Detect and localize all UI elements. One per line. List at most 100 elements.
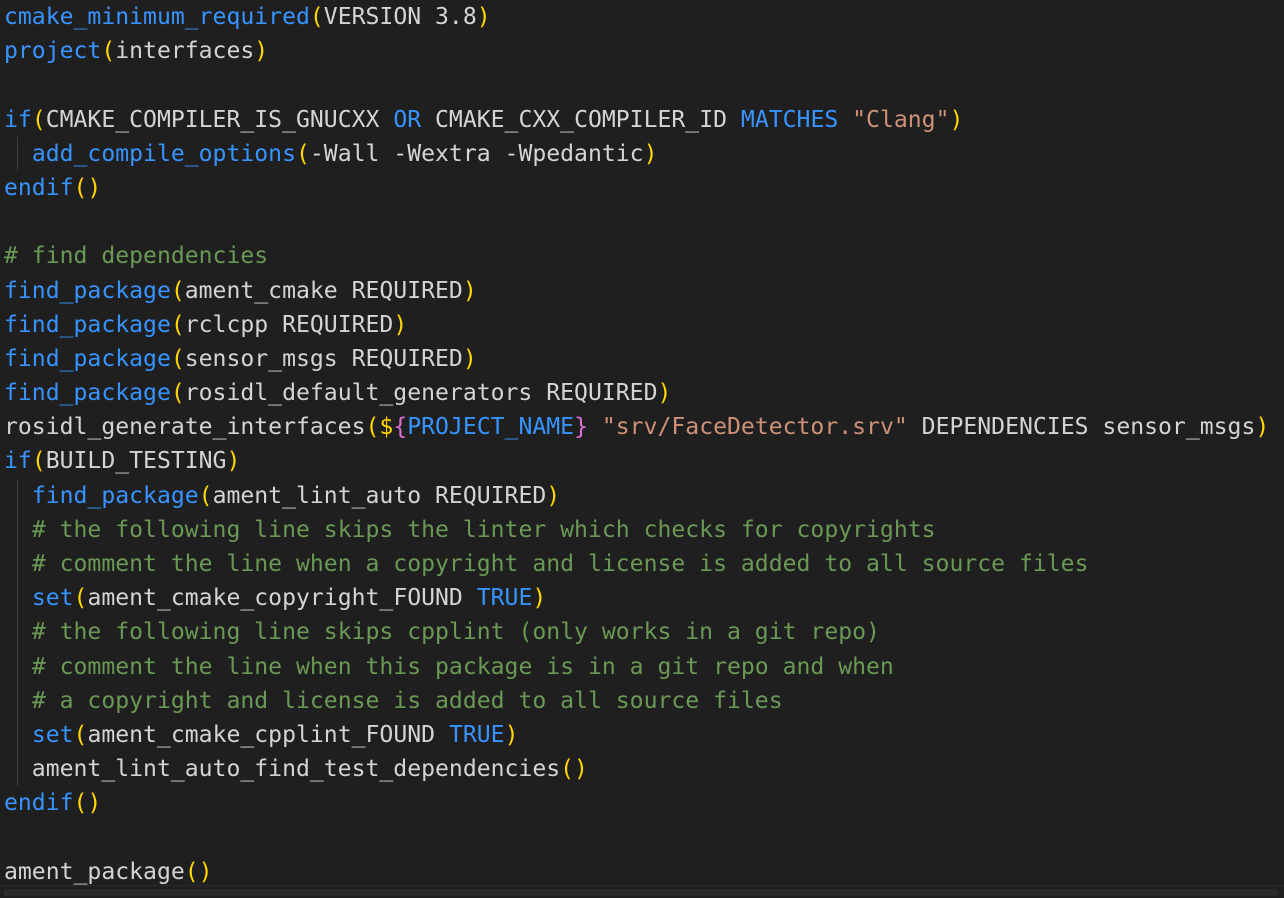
code-token: ament_lint_auto_find_test_dependencies — [4, 756, 561, 783]
code-token: find_package — [31, 482, 199, 509]
indent-guide — [17, 717, 18, 753]
code-token: # comment the line when this package is … — [31, 653, 894, 680]
code-token: find_package — [4, 311, 171, 338]
code-token: VERSION 3.8 — [323, 4, 477, 30]
code-token: ) — [1255, 414, 1270, 441]
code-token: add_compile_options — [31, 140, 296, 167]
code-line[interactable]: find_package(rclcpp REQUIRED) — [4, 308, 1284, 342]
code-token: ) — [949, 106, 964, 133]
code-token: set — [31, 721, 74, 748]
code-token: # find dependencies — [4, 243, 269, 270]
code-line[interactable] — [4, 821, 1284, 855]
code-token: () — [184, 858, 213, 885]
code-token: # a copyright and license is added to al… — [31, 687, 783, 714]
code-token: ( — [170, 380, 185, 407]
scrollbar-thumb[interactable] — [4, 889, 1278, 896]
code-token: rosidl_default_generators REQUIRED — [184, 380, 658, 407]
code-token: } — [574, 414, 588, 441]
code-token: PROJECT_NAME — [407, 414, 575, 441]
code-token: ) — [462, 277, 477, 304]
code-token: ) — [462, 345, 477, 372]
code-token: interfaces — [115, 38, 255, 65]
horizontal-scrollbar[interactable] — [0, 885, 1284, 898]
code-line[interactable]: set(ament_cmake_copyright_FOUND TRUE) — [4, 581, 1284, 616]
code-editor[interactable]: cmake_minimum_required(VERSION 3.8) proje… — [0, 0, 1284, 898]
code-line[interactable] — [4, 68, 1284, 102]
indent-guide — [17, 581, 18, 616]
code-token: ament_cmake_copyright_FOUND — [87, 585, 477, 612]
code-line[interactable]: # comment the line when this package is … — [4, 649, 1284, 684]
code-token: -Wall -Wextra -Wpedantic — [309, 140, 644, 167]
code-token: ( — [31, 106, 46, 133]
code-token: ) — [254, 38, 269, 65]
indent-guide — [17, 615, 18, 650]
code-token: cmake_minimum_required — [4, 4, 310, 30]
code-token: ( — [198, 482, 213, 509]
code-token: ) — [643, 140, 658, 167]
code-line[interactable]: cmake_minimum_required(VERSION 3.8) — [4, 0, 1284, 34]
code-line[interactable]: add_compile_options(-Wall -Wextra -Wpeda… — [4, 136, 1284, 171]
code-token: endif — [4, 790, 74, 817]
code-token: # the following line skips the linter wh… — [31, 516, 936, 543]
code-line[interactable]: find_package(rosidl_default_generators R… — [4, 376, 1284, 410]
code-token: ament_cmake_cpplint_FOUND — [87, 721, 449, 748]
code-token: ) — [532, 585, 547, 612]
code-token: endif — [4, 174, 74, 201]
code-token: sensor_msgs REQUIRED — [184, 345, 463, 372]
indent-guide — [17, 683, 18, 718]
code-line[interactable]: set(ament_cmake_cpplint_FOUND TRUE) — [4, 717, 1284, 753]
code-line[interactable]: # a copyright and license is added to al… — [4, 683, 1284, 718]
code-token: CMAKE_COMPILER_IS_GNUCXX — [45, 106, 394, 133]
code-token: project — [4, 38, 102, 65]
code-line[interactable]: # comment the line when a copyright and … — [4, 547, 1284, 582]
code-line[interactable]: # find dependencies — [4, 239, 1284, 273]
code-line[interactable]: project(interfaces) — [4, 34, 1284, 68]
code-token: () — [73, 790, 102, 817]
indent-guide — [17, 547, 18, 582]
code-token: ) — [226, 448, 241, 475]
code-token: TRUE — [476, 585, 533, 612]
code-line[interactable]: find_package(ament_lint_auto REQUIRED) — [4, 478, 1284, 513]
code-token: # the following line skips cpplint (only… — [31, 619, 880, 646]
code-line[interactable]: find_package(sensor_msgs REQUIRED) — [4, 342, 1284, 376]
code-token: ament_lint_auto REQUIRED — [212, 482, 547, 509]
code-token: ( — [73, 721, 88, 748]
code-line[interactable] — [4, 205, 1284, 239]
code-line[interactable]: ament_lint_auto_find_test_dependencies() — [4, 752, 1284, 787]
code-token: ) — [546, 482, 561, 509]
code-token: rclcpp REQUIRED — [184, 311, 394, 338]
code-token: "Clang" — [852, 106, 950, 133]
code-token: ( — [309, 4, 324, 30]
code-line[interactable]: # the following line skips the linter wh… — [4, 512, 1284, 547]
indent-guide — [17, 649, 18, 684]
code-token: { — [393, 414, 408, 441]
code-token: ) — [393, 311, 408, 338]
code-token: if — [4, 448, 32, 475]
code-token: if — [4, 106, 32, 133]
code-line[interactable]: rosidl_generate_interfaces(${PROJECT_NAM… — [4, 410, 1284, 444]
code-token: CMAKE_CXX_COMPILER_ID — [421, 106, 741, 133]
code-token: ( — [295, 140, 310, 167]
code-token: MATCHES — [740, 106, 839, 133]
code-line[interactable]: endif() — [4, 786, 1284, 820]
code-token: () — [560, 756, 588, 783]
code-line[interactable]: find_package(ament_cmake REQUIRED) — [4, 274, 1284, 308]
code-line[interactable]: if(CMAKE_COMPILER_IS_GNUCXX OR CMAKE_CXX… — [4, 103, 1284, 137]
code-line[interactable]: endif() — [4, 171, 1284, 205]
indent-guide — [17, 136, 18, 171]
code-token: TRUE — [448, 721, 505, 748]
code-line[interactable]: # the following line skips cpplint (only… — [4, 615, 1284, 650]
code-token: ( — [101, 38, 116, 65]
code-token: ament_cmake REQUIRED — [184, 277, 463, 304]
indent-guide — [17, 752, 18, 787]
code-area[interactable]: cmake_minimum_required(VERSION 3.8) proje… — [4, 0, 1284, 889]
code-line[interactable]: if(BUILD_TESTING) — [4, 444, 1284, 478]
code-token: OR — [393, 106, 422, 133]
code-token: () — [73, 174, 102, 201]
code-line[interactable]: ament_package() — [4, 855, 1284, 889]
code-token: ) — [657, 380, 672, 407]
code-token: set — [31, 585, 74, 612]
code-token: find_package — [4, 345, 171, 372]
code-token: ( — [170, 345, 185, 372]
